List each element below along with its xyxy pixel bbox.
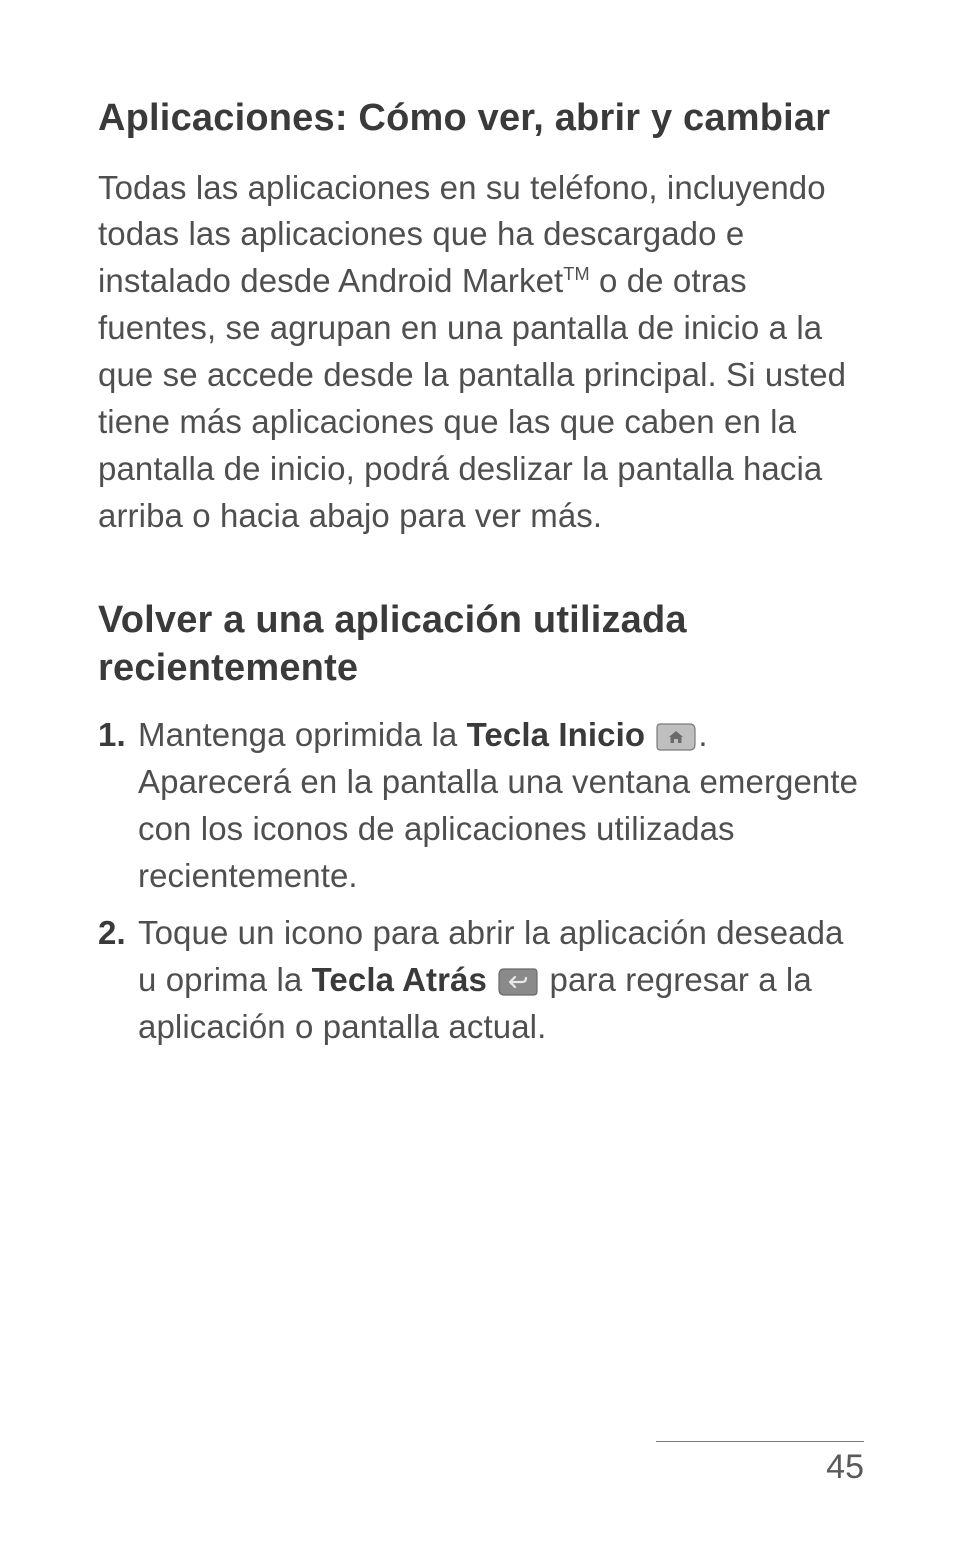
step-text-b — [487, 961, 496, 998]
key-label-home: Tecla Inicio — [467, 716, 645, 753]
page-number-rule — [656, 1441, 864, 1442]
step-number: 2. — [98, 910, 126, 957]
page-number-area: 45 — [656, 1441, 864, 1487]
steps-list: 1. Mantenga oprimida la Tecla Inicio . A… — [98, 712, 864, 1050]
step-number: 1. — [98, 712, 126, 759]
page-number: 45 — [656, 1448, 864, 1487]
section-heading-recent: Volver a una aplicación utilizada recien… — [98, 597, 864, 692]
home-key-icon — [656, 722, 696, 752]
paragraph-text-b: o de otras fuentes, se agrupan en una pa… — [98, 262, 846, 533]
step-item-2: 2.Toque un icono para abrir la aplicació… — [98, 910, 864, 1051]
step-text-b — [645, 716, 654, 753]
body-paragraph-apps: Todas las aplicaciones en su teléfono, i… — [98, 165, 864, 540]
section-heading-apps: Aplicaciones: Cómo ver, abrir y cambiar — [98, 95, 864, 143]
step-text-a: Mantenga oprimida la — [138, 716, 467, 753]
step-item-1: 1. Mantenga oprimida la Tecla Inicio . A… — [98, 712, 864, 899]
trademark-symbol: TM — [563, 264, 589, 284]
key-label-back: Tecla Atrás — [312, 961, 487, 998]
manual-page: Aplicaciones: Cómo ver, abrir y cambiar … — [0, 0, 954, 1557]
back-key-icon — [498, 967, 538, 997]
